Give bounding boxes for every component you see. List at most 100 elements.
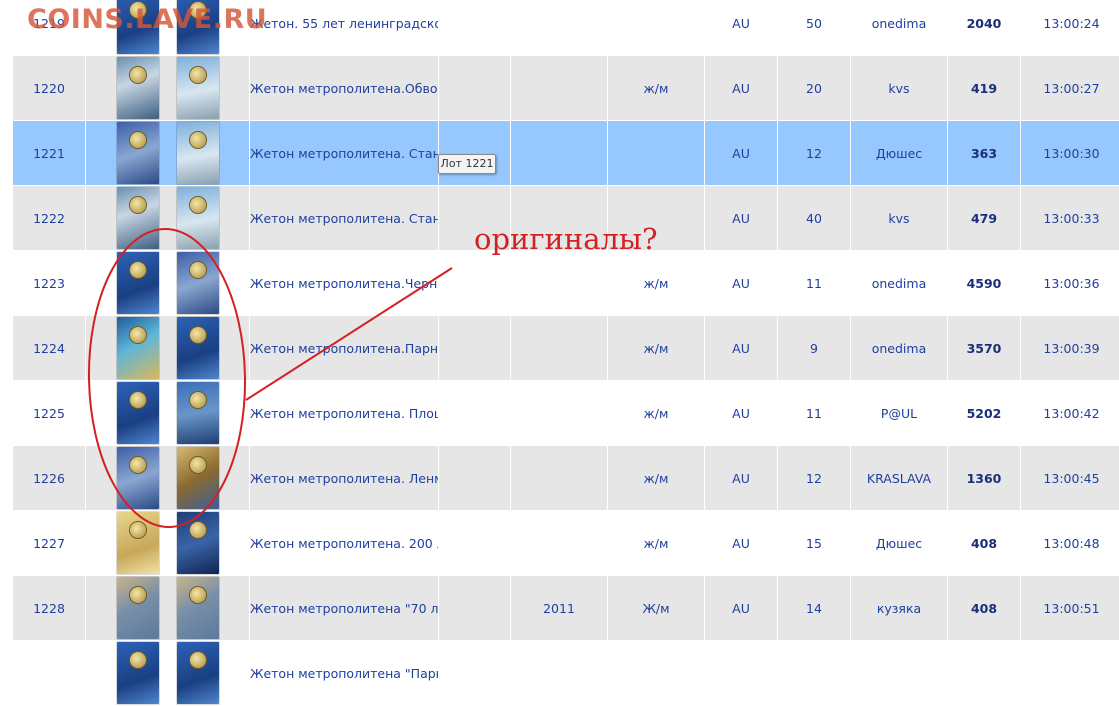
thumbnail-pair[interactable]	[86, 577, 249, 639]
lot-winner[interactable]: Дюшес	[851, 121, 948, 186]
booklet-escalator-icon[interactable]	[117, 187, 159, 249]
booklet-station-icon[interactable]	[177, 252, 219, 314]
table-row[interactable]: Жетон метрополитена "Парк	[13, 641, 1119, 706]
lot-number[interactable]: 1227	[13, 511, 86, 576]
lot-number[interactable]: 1223	[13, 251, 86, 316]
booklet-building-icon[interactable]	[177, 187, 219, 249]
lot-tooltip: Лот 1221	[438, 154, 496, 174]
lot-number[interactable]: 1221	[13, 121, 86, 186]
table-row[interactable]: 1220 Жетон метрополитена.Обводный канал. …	[13, 56, 1119, 121]
table-row[interactable]: 1225 Жетон метрополитена. Площадь Ленина.…	[13, 381, 1119, 446]
lot-end-time: 13:00:45	[1021, 446, 1119, 511]
booklet-blue-icon[interactable]	[117, 382, 159, 444]
lot-title-link[interactable]: Жетон метрополитена.Парнас. Буклет	[250, 316, 439, 381]
lot-images[interactable]	[86, 511, 250, 576]
lot-number[interactable]: 1220	[13, 56, 86, 121]
lot-number[interactable]: 1224	[13, 316, 86, 381]
booklet-blue-icon[interactable]	[117, 642, 159, 704]
thumbnail-pair[interactable]	[86, 512, 249, 574]
booklet-station-icon[interactable]	[117, 447, 159, 509]
lot-images[interactable]	[86, 186, 250, 251]
booklet-station-icon[interactable]	[117, 122, 159, 184]
lot-images[interactable]	[86, 56, 250, 121]
thumbnail-pair[interactable]	[86, 57, 249, 119]
lot-title-link[interactable]: Жетон метрополитена.Обводный канал. Букл…	[250, 56, 439, 121]
lot-images[interactable]	[86, 446, 250, 511]
booklet-collage-icon[interactable]	[117, 577, 159, 639]
lot-winner[interactable]	[851, 641, 948, 706]
lot-images[interactable]	[86, 641, 250, 706]
lot-number[interactable]: 1226	[13, 446, 86, 511]
lot-winner[interactable]: onedima	[851, 251, 948, 316]
thumbnail-pair[interactable]	[86, 317, 249, 379]
token-coin-icon	[190, 587, 206, 603]
booklet-collage-icon[interactable]	[177, 577, 219, 639]
booklet-escalator-icon[interactable]	[117, 57, 159, 119]
lot-title-link[interactable]: Жетон метрополитена. Станция Адмиралтейс…	[250, 121, 439, 186]
table-row[interactable]: 1223 Жетон метрополитена.Чернышевская. Бу…	[13, 251, 1119, 316]
lot-year: 2011	[511, 576, 608, 641]
lot-year	[511, 316, 608, 381]
lot-price: 408	[948, 511, 1021, 576]
lot-title-link[interactable]: Жетон метрополитена "Парк	[250, 641, 439, 706]
booklet-blue-icon[interactable]	[177, 317, 219, 379]
table-row[interactable]: 1224 Жетон метрополитена.Парнас. Буклет ж/…	[13, 316, 1119, 381]
thumbnail-pair[interactable]	[86, 382, 249, 444]
lot-bid-count: 15	[778, 511, 851, 576]
lot-winner[interactable]: kvs	[851, 186, 948, 251]
booklet-building-icon[interactable]	[177, 122, 219, 184]
lot-images[interactable]	[86, 381, 250, 446]
lot-condition: AU	[705, 316, 778, 381]
booklet-blue-icon[interactable]	[117, 252, 159, 314]
lot-winner[interactable]: P@UL	[851, 381, 948, 446]
thumbnail-pair[interactable]	[86, 447, 249, 509]
lot-year	[511, 56, 608, 121]
lot-title-link[interactable]: Жетон метрополитена. 200 лет ПГУПС. Букл…	[250, 511, 439, 576]
table-row[interactable]: 1227 Жетон метрополитена. 200 лет ПГУПС. …	[13, 511, 1119, 576]
token-coin-icon	[190, 457, 206, 473]
lot-number[interactable]: 1222	[13, 186, 86, 251]
table-row[interactable]: 1226 Жетон метрополитена. Ленметрополитен…	[13, 446, 1119, 511]
lot-condition: AU	[705, 0, 778, 56]
lot-images[interactable]	[86, 121, 250, 186]
lot-year	[511, 641, 608, 706]
thumbnail-pair[interactable]	[86, 252, 249, 314]
lot-winner[interactable]: onedima	[851, 0, 948, 56]
lot-price: 419	[948, 56, 1021, 121]
thumbnail-pair[interactable]	[86, 642, 249, 704]
lot-price: 408	[948, 576, 1021, 641]
lot-number[interactable]: 1228	[13, 576, 86, 641]
lot-winner[interactable]: кузяка	[851, 576, 948, 641]
lot-title-link[interactable]: Жетон метрополитена. Станция Обводный ка…	[250, 186, 439, 251]
thumbnail-pair[interactable]	[86, 187, 249, 249]
lot-winner[interactable]: onedima	[851, 316, 948, 381]
lot-title-link[interactable]: Жетон метрополитена. Ленметрополитен. Бу…	[250, 446, 439, 511]
lot-bid-count: 9	[778, 316, 851, 381]
lot-title-link[interactable]: Жетон метрополитена. Площадь Ленина. Бук…	[250, 381, 439, 446]
lot-winner[interactable]: Дюшес	[851, 511, 948, 576]
lot-title-link[interactable]: Жетон метрополитена "70 лет Метростроя".…	[250, 576, 439, 641]
lot-condition: AU	[705, 381, 778, 446]
lot-title-link[interactable]: Жетон. 55 лет ленинградскому метрополите…	[250, 0, 439, 56]
table-row[interactable]: 1228 Жетон метрополитена "70 лет Метростр…	[13, 576, 1119, 641]
lot-images[interactable]	[86, 576, 250, 641]
lot-number[interactable]	[13, 641, 86, 706]
booklet-swirl-icon[interactable]	[117, 317, 159, 379]
booklet-blue-icon[interactable]	[177, 642, 219, 704]
lot-images[interactable]	[86, 251, 250, 316]
lot-images[interactable]	[86, 316, 250, 381]
booklet-parchment-icon[interactable]	[117, 512, 159, 574]
booklet-dark-blue-icon[interactable]	[177, 512, 219, 574]
thumbnail-pair[interactable]	[86, 122, 249, 184]
lot-number[interactable]: 1225	[13, 381, 86, 446]
booklet-monument-icon[interactable]	[177, 382, 219, 444]
lot-bid-count: 12	[778, 121, 851, 186]
booklet-gold-icon[interactable]	[177, 447, 219, 509]
table-row[interactable]: 1221 Жетон метрополитена. Станция Адмирал…	[13, 121, 1119, 186]
lot-material: ж/м	[608, 316, 705, 381]
lot-title-link[interactable]: Жетон метрополитена.Чернышевская. Буклет	[250, 251, 439, 316]
booklet-building-icon[interactable]	[177, 57, 219, 119]
lot-winner[interactable]: KRASLAVA	[851, 446, 948, 511]
lot-empty-cell	[439, 511, 511, 576]
lot-winner[interactable]: kvs	[851, 56, 948, 121]
